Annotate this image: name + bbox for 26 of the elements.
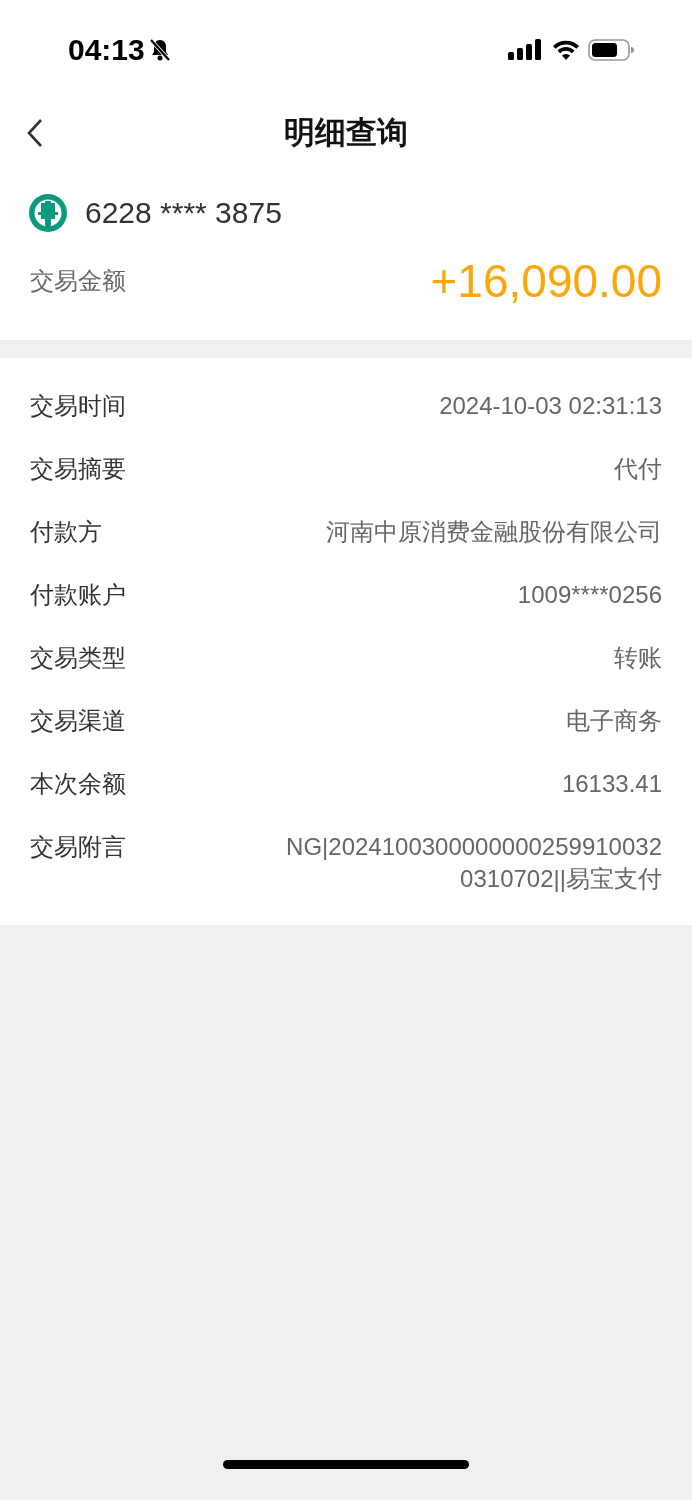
detail-label: 付款账户 — [30, 580, 126, 610]
detail-value: 2024-10-03 02:31:13 — [439, 391, 662, 421]
back-icon[interactable] — [26, 118, 44, 148]
page-title: 明细查询 — [284, 114, 408, 152]
detail-value: 代付 — [614, 454, 662, 484]
detail-label: 本次余额 — [30, 769, 126, 799]
amount-label: 交易金额 — [30, 266, 126, 296]
detail-value: 1009****0256 — [517, 580, 662, 610]
detail-value: 电子商务 — [566, 706, 662, 736]
signal-icon — [508, 38, 544, 62]
wifi-icon — [552, 39, 580, 61]
detail-label: 交易附言 — [30, 832, 126, 862]
bank-logo-icon — [28, 193, 68, 233]
detail-value: 河南中原消费金融股份有限公司 — [326, 517, 662, 547]
detail-label: 交易摘要 — [30, 454, 126, 484]
detail-label: 交易类型 — [30, 643, 126, 673]
status-time: 04:13 — [68, 33, 145, 67]
detail-value: 16133.41 — [561, 769, 662, 799]
detail-value: 转账 — [614, 643, 662, 673]
detail-value: NG|20241003000000002599100320310702||易宝支付 — [285, 832, 662, 894]
detail-label: 交易渠道 — [30, 706, 126, 736]
detail-label: 付款方 — [30, 517, 102, 547]
detail-label: 交易时间 — [30, 391, 126, 421]
account-number: 6228 **** 3875 — [85, 196, 282, 230]
amount-value: +16,090.00 — [430, 254, 662, 308]
battery-icon — [588, 38, 634, 62]
